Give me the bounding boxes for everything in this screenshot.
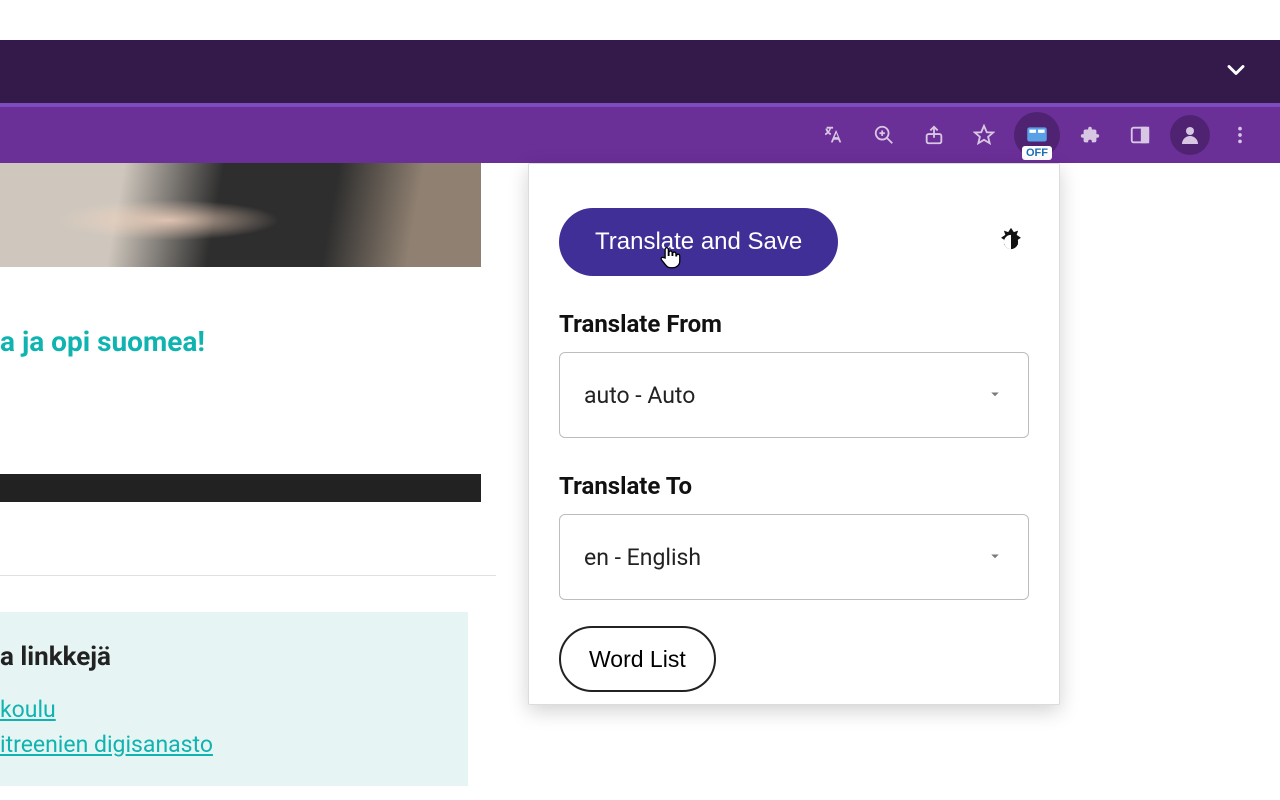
translate-to-value: en - English: [584, 544, 701, 571]
sidebar-link[interactable]: koulu: [0, 696, 468, 723]
translate-to-label: Translate To: [559, 472, 1029, 500]
links-card-heading: a linkkejä: [0, 642, 468, 672]
side-panel-icon[interactable]: [1120, 115, 1160, 155]
sidebar-link[interactable]: itreenien digisanasto: [0, 731, 468, 758]
translate-to-select[interactable]: en - English: [559, 514, 1029, 600]
dark-mode-icon[interactable]: [993, 224, 1029, 260]
translate-page-icon[interactable]: [814, 115, 854, 155]
bookmark-star-icon[interactable]: [964, 115, 1004, 155]
extension-off-badge: OFF: [1022, 146, 1052, 160]
browser-tab-bar: [0, 40, 1280, 103]
dark-content-strip: [0, 474, 481, 502]
share-icon[interactable]: [914, 115, 954, 155]
expand-tabs-button[interactable]: [1222, 56, 1250, 88]
kebab-menu-icon[interactable]: [1220, 115, 1260, 155]
translate-from-select[interactable]: auto - Auto: [559, 352, 1029, 438]
translate-from-value: auto - Auto: [584, 382, 695, 409]
dropdown-caret-icon: [986, 544, 1004, 571]
section-divider: [0, 575, 496, 576]
browser-toolbar: OFF: [0, 107, 1280, 163]
dropdown-caret-icon: [986, 382, 1004, 409]
links-card: a linkkejä koulu itreenien digisanasto: [0, 612, 468, 786]
profile-avatar-button[interactable]: [1170, 115, 1210, 155]
hero-image-crop: [0, 163, 481, 267]
extension-button[interactable]: OFF: [1014, 112, 1060, 158]
window-top-white-strip: [0, 0, 1280, 40]
translate-from-label: Translate From: [559, 310, 1029, 338]
translate-and-save-button[interactable]: Translate and Save: [559, 208, 838, 276]
zoom-icon[interactable]: [864, 115, 904, 155]
extensions-puzzle-icon[interactable]: [1070, 115, 1110, 155]
word-list-button[interactable]: Word List: [559, 626, 716, 692]
extension-popup: Translate and Save Translate From auto -…: [528, 163, 1060, 705]
